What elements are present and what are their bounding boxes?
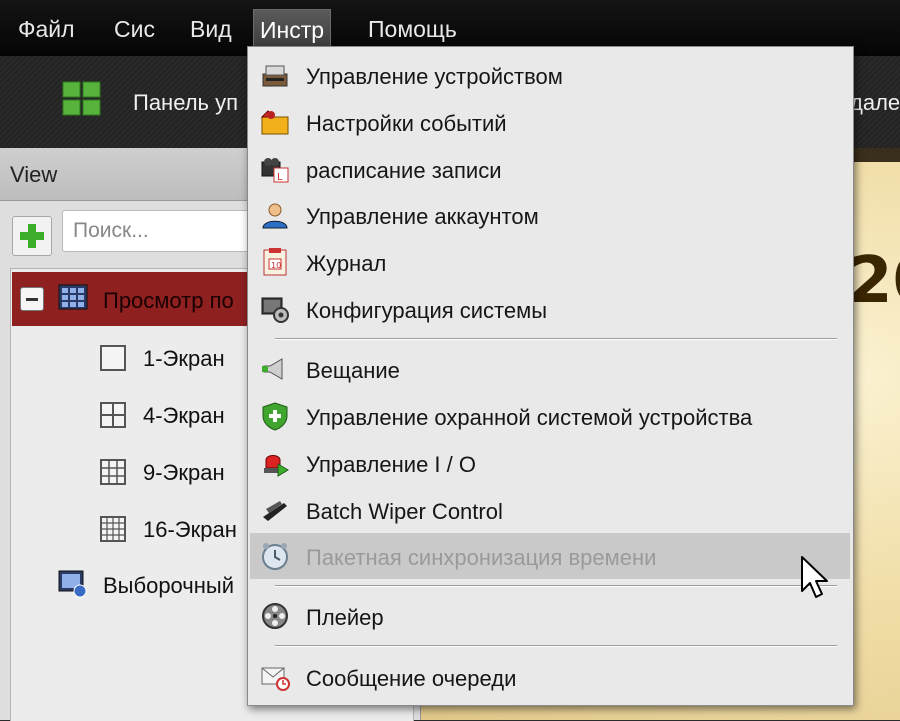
mouse-cursor-icon (801, 556, 828, 598)
menu-item-label: Управление охранной системой устройства (306, 405, 753, 430)
menu-item-label: Журнал (306, 251, 387, 276)
menu-item-player[interactable]: Плейер (250, 593, 850, 639)
nine-screen-icon (100, 459, 126, 485)
menu-item-label: расписание записи (306, 158, 502, 183)
menu-file[interactable]: Файл (18, 0, 75, 56)
film-reel-icon (262, 603, 288, 629)
plus-icon (20, 224, 44, 248)
one-screen-icon (100, 345, 126, 371)
sixteen-screen-icon (100, 516, 126, 542)
custom-view-icon (58, 570, 87, 598)
svg-text:L: L (277, 172, 283, 183)
menu-tools[interactable]: Инстр (253, 9, 332, 48)
menu-item-device-security[interactable]: Управление охранной системой устройства (250, 393, 850, 439)
menu-item-label: Пакетная синхронизация времени (306, 545, 657, 570)
menu-item-batch-time-sync[interactable]: Пакетная синхронизация времени (250, 533, 850, 579)
tree-group-label[interactable]: Просмотр по (103, 288, 234, 314)
menu-separator (275, 338, 837, 340)
menu-item-device-management[interactable]: Управление устройством (250, 52, 850, 98)
view-group-icon (58, 284, 88, 310)
menu-separator (275, 645, 837, 647)
event-settings-icon (260, 110, 289, 135)
menu-item-account-management[interactable]: Управление аккаунтом (250, 192, 850, 238)
io-alarm-icon (264, 455, 289, 477)
menu-item-label: Плейер (306, 605, 384, 630)
tree-item-16-screen[interactable]: 16-Экран (143, 517, 237, 543)
menu-item-batch-wiper-control[interactable]: Batch Wiper Control (250, 487, 850, 533)
menu-item-io-management[interactable]: Управление I / O (250, 440, 850, 486)
collapse-icon[interactable] (20, 287, 44, 311)
video-overlay-text: 20 (848, 244, 900, 318)
record-schedule-icon: L (261, 158, 289, 183)
menu-system[interactable]: Сис (114, 0, 155, 56)
clock-icon (262, 543, 288, 570)
tree-item-4-screen[interactable]: 4-Экран (143, 403, 225, 429)
menu-separator (275, 585, 837, 587)
menu-item-system-configuration[interactable]: Конфигурация системы (250, 286, 850, 332)
broadcast-icon (262, 358, 283, 380)
menu-view[interactable]: Вид (190, 0, 232, 56)
menu-item-message-queue[interactable]: Сообщение очереди (250, 654, 850, 700)
device-management-icon (262, 65, 288, 87)
four-screen-icon (100, 402, 126, 428)
menu-item-label: Вещание (306, 358, 400, 383)
control-panel-tab-label[interactable]: Панель уп (133, 90, 238, 116)
toolbar-right-label[interactable]: дале (850, 90, 900, 116)
tree-item-1-screen[interactable]: 1-Экран (143, 346, 225, 372)
svg-text:10: 10 (271, 261, 281, 270)
menu-item-label: Сообщение очереди (306, 666, 517, 691)
tree-item-9-screen[interactable]: 9-Экран (143, 460, 225, 486)
message-queue-icon (261, 667, 290, 691)
system-config-icon (261, 297, 289, 323)
view-panel-title: View (10, 162, 58, 187)
menu-item-label: Управление устройством (306, 64, 563, 89)
menu-item-label: Управление аккаунтом (306, 204, 539, 229)
add-view-button[interactable] (12, 216, 52, 256)
wiper-icon (263, 501, 287, 521)
security-shield-icon (262, 402, 288, 431)
menu-item-log[interactable]: 10 Журнал (250, 239, 850, 285)
menu-item-label: Batch Wiper Control (306, 499, 503, 524)
log-icon: 10 (263, 248, 287, 276)
menu-item-label: Управление I / O (306, 452, 476, 477)
control-panel-icon[interactable] (62, 81, 102, 117)
menu-item-label: Конфигурация системы (306, 298, 548, 323)
menu-item-broadcast[interactable]: Вещание (250, 346, 850, 392)
menu-item-record-schedule[interactable]: L расписание записи (250, 146, 850, 192)
menu-item-label: Настройки событий (306, 111, 507, 136)
account-icon (262, 203, 288, 229)
tree-item-custom-view[interactable]: Выборочный (103, 573, 234, 599)
menu-item-event-settings[interactable]: Настройки событий (250, 99, 850, 145)
